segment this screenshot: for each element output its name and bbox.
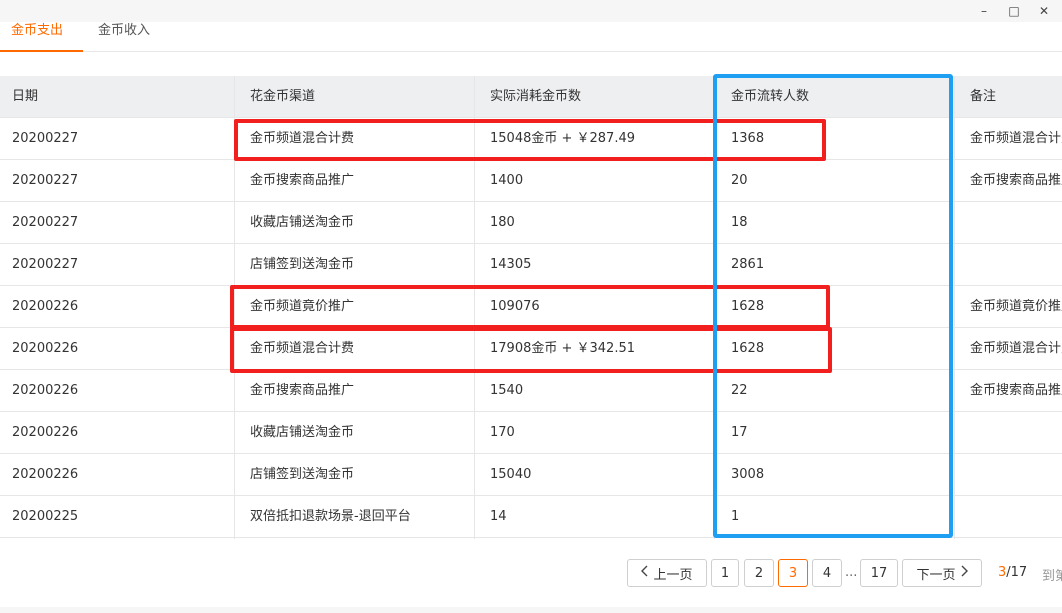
cell-date: 20200227 xyxy=(12,215,79,230)
column-divider xyxy=(474,76,475,539)
tab-coin-expense[interactable]: 金币支出 xyxy=(11,22,63,52)
table-row: 20200227 金币搜索商品推广 1400 20 金币搜索商品推广 xyxy=(0,160,1062,202)
column-divider xyxy=(714,76,715,539)
prev-page-button[interactable]: 上一页 xyxy=(627,559,707,587)
cell-channel: 金币频道混合计费 xyxy=(250,131,355,146)
column-header-channel: 花金币渠道 xyxy=(250,89,316,104)
cell-date: 20200227 xyxy=(12,131,79,146)
cell-coins-consumed: 170 xyxy=(490,425,515,440)
column-divider xyxy=(234,76,235,539)
jump-to-page-label: 到第 xyxy=(1042,569,1062,584)
total-pages: /17 xyxy=(1006,565,1028,580)
cell-user-count: 2861 xyxy=(731,257,765,272)
cell-coins-consumed: 17908金币 + ￥342.51 xyxy=(490,341,635,356)
cell-notes: 金币频道竟价推广 xyxy=(970,299,1062,314)
table-header-row: 日期 花金币渠道 实际消耗金币数 金币流转人数 备注 xyxy=(0,76,1062,118)
page-button-2[interactable]: 2 xyxy=(744,559,774,587)
cell-user-count: 17 xyxy=(731,425,748,440)
cell-notes xyxy=(970,244,1062,286)
pagination-ellipsis: ... xyxy=(845,565,858,580)
chevron-left-icon xyxy=(641,565,649,581)
cell-channel: 金币频道竟价推广 xyxy=(250,299,355,314)
cell-notes: 金币搜索商品推广 xyxy=(970,383,1062,398)
chevron-right-icon xyxy=(960,565,968,581)
table-row: 20200226 金币频道混合计费 17908金币 + ￥342.51 1628… xyxy=(0,328,1062,370)
cell-coins-consumed: 14 xyxy=(490,509,507,524)
column-divider xyxy=(954,76,955,539)
column-header-user-count: 金币流转人数 xyxy=(731,89,810,104)
table-row: 20200226 店铺签到送淘金币 15040 3008 xyxy=(0,454,1062,496)
minimize-button[interactable]: – xyxy=(974,2,994,20)
cell-user-count: 3008 xyxy=(731,467,765,482)
cell-coins-consumed: 109076 xyxy=(490,299,540,314)
window-titlebar: – □ ✕ xyxy=(0,0,1062,22)
cell-user-count: 1628 xyxy=(731,299,765,314)
cell-channel: 收藏店铺送淘金币 xyxy=(250,425,355,440)
cell-channel: 店铺签到送淘金币 xyxy=(250,467,355,482)
table-row: 20200225 双倍抵扣退款场景-退回平台 14 1 xyxy=(0,496,1062,538)
cell-coins-consumed: 1540 xyxy=(490,383,524,398)
cell-date: 20200225 xyxy=(12,509,79,524)
cell-notes: 金币频道混合计费 xyxy=(970,131,1062,146)
cell-coins-consumed: 180 xyxy=(490,215,515,230)
cell-date: 20200226 xyxy=(12,467,79,482)
table-row: 20200227 店铺签到送淘金币 14305 2861 xyxy=(0,244,1062,286)
cell-notes xyxy=(970,202,1062,244)
table-row: 20200227 收藏店铺送淘金币 180 18 xyxy=(0,202,1062,244)
cell-user-count: 18 xyxy=(731,215,748,230)
close-button[interactable]: ✕ xyxy=(1034,2,1054,20)
page-button-3-current[interactable]: 3 xyxy=(778,559,808,587)
cell-channel: 金币搜索商品推广 xyxy=(250,383,355,398)
coin-expense-table: 日期 花金币渠道 实际消耗金币数 金币流转人数 备注 20200227 金币频道… xyxy=(0,76,1062,539)
column-header-coins-consumed: 实际消耗金币数 xyxy=(490,89,582,104)
cell-coins-consumed: 15048金币 + ￥287.49 xyxy=(490,131,635,146)
cell-user-count: 20 xyxy=(731,173,748,188)
cell-notes xyxy=(970,454,1062,496)
column-header-date: 日期 xyxy=(12,89,39,104)
cell-user-count: 22 xyxy=(731,383,748,398)
cell-notes xyxy=(970,412,1062,454)
page-button-1[interactable]: 1 xyxy=(711,559,739,587)
cell-notes: 金币搜索商品推广 xyxy=(970,173,1062,188)
maximize-button[interactable]: □ xyxy=(1004,2,1024,20)
table-row: 20200226 金币频道竟价推广 109076 1628 金币频道竟价推广 xyxy=(0,286,1062,328)
cell-coins-consumed: 1400 xyxy=(490,173,524,188)
pagination-bar: 上一页 1 2 3 4 ... 17 下一页 3/17 到第 xyxy=(0,539,1062,607)
cell-channel: 双倍抵扣退款场景-退回平台 xyxy=(250,509,411,524)
cell-notes xyxy=(970,496,1062,538)
page-button-4[interactable]: 4 xyxy=(812,559,842,587)
table-row: 20200226 金币搜索商品推广 1540 22 金币搜索商品推广 xyxy=(0,370,1062,412)
cell-user-count: 1 xyxy=(731,509,740,524)
cell-date: 20200226 xyxy=(12,425,79,440)
table-row: 20200226 收藏店铺送淘金币 170 17 xyxy=(0,412,1062,454)
content-spacer xyxy=(0,52,1062,76)
tab-bar: 金币支出 金币收入 xyxy=(0,22,1062,52)
next-page-label: 下一页 xyxy=(916,567,956,583)
cell-user-count: 1368 xyxy=(731,131,765,146)
cell-coins-consumed: 15040 xyxy=(490,467,532,482)
column-header-notes: 备注 xyxy=(970,89,997,104)
cell-coins-consumed: 14305 xyxy=(490,257,532,272)
cell-channel: 金币搜索商品推广 xyxy=(250,173,355,188)
table-row: 20200227 金币频道混合计费 15048金币 + ￥287.49 1368… xyxy=(0,118,1062,160)
cell-date: 20200226 xyxy=(12,383,79,398)
prev-page-label: 上一页 xyxy=(653,567,693,583)
cell-channel: 金币频道混合计费 xyxy=(250,341,355,356)
next-page-button[interactable]: 下一页 xyxy=(902,559,982,587)
cell-user-count: 1628 xyxy=(731,341,765,356)
cell-channel: 收藏店铺送淘金币 xyxy=(250,215,355,230)
page-button-17[interactable]: 17 xyxy=(860,559,898,587)
cell-date: 20200226 xyxy=(12,341,79,356)
cell-channel: 店铺签到送淘金币 xyxy=(250,257,355,272)
page-indicator: 3/17 xyxy=(998,565,1027,580)
cell-date: 20200227 xyxy=(12,257,79,272)
cell-notes: 金币频道混合计费 xyxy=(970,341,1062,356)
tab-coin-income[interactable]: 金币收入 xyxy=(98,22,150,52)
cell-date: 20200227 xyxy=(12,173,79,188)
cell-date: 20200226 xyxy=(12,299,79,314)
